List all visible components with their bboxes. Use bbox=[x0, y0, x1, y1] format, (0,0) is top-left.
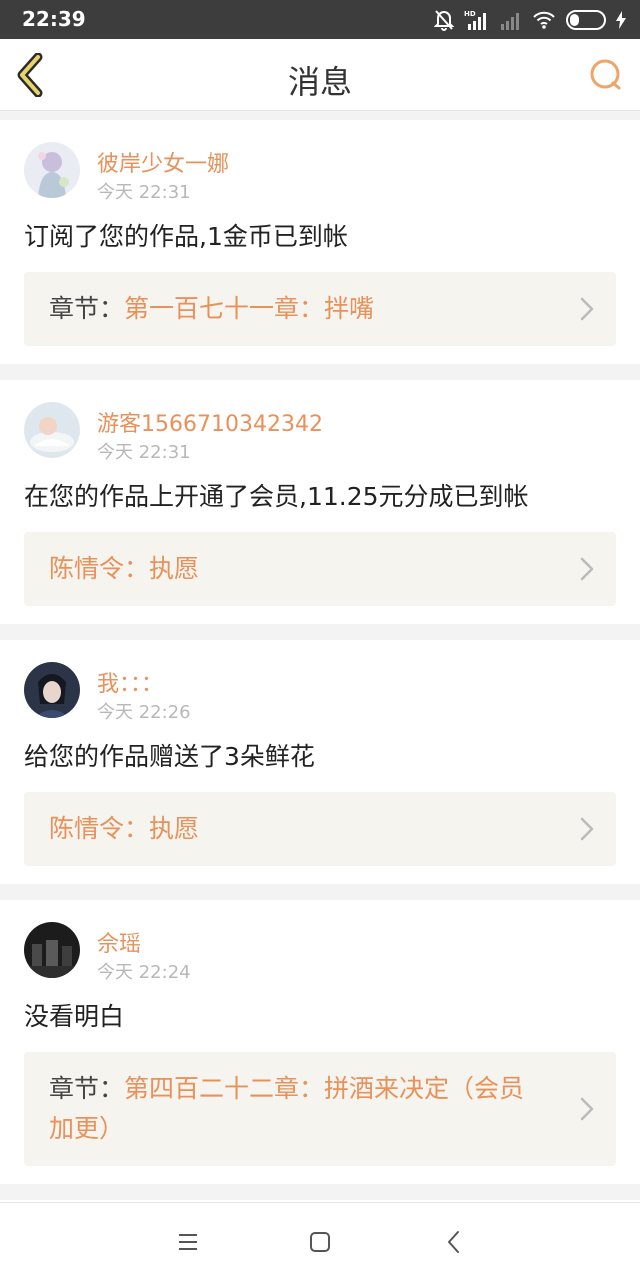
header-bar: 消息 bbox=[0, 39, 640, 111]
message-card: 彼岸少女一娜 今天 22:31 订阅了您的作品,1金币已到帐 章节：第一百七十一… bbox=[0, 120, 640, 364]
message-card: 我：：： 今天 22:26 给您的作品赠送了3朵鲜花 陈情令：执愿 bbox=[0, 640, 640, 884]
avatar[interactable] bbox=[24, 922, 80, 978]
chapter-label: 章节： bbox=[49, 1074, 125, 1103]
back-chevron-icon bbox=[448, 1231, 459, 1253]
status-bar: 22:39 HD 26 bbox=[0, 0, 640, 39]
chapter-link[interactable]: 章节：第四百二十二章：拼酒来决定（会员加更） bbox=[24, 1052, 616, 1166]
work-link[interactable]: 陈情令：执愿 bbox=[24, 532, 616, 606]
menu-icon bbox=[179, 1234, 197, 1250]
home-square-icon bbox=[310, 1232, 330, 1252]
status-icons: HD 26 bbox=[434, 8, 626, 32]
message-time: 今天 22:31 bbox=[97, 182, 191, 203]
sender-name[interactable]: 游客1566710342342 bbox=[97, 406, 323, 438]
chevron-right-icon bbox=[580, 297, 594, 321]
chevron-right-icon bbox=[580, 557, 594, 581]
message-time: 今天 22:24 bbox=[97, 962, 191, 983]
sender-name[interactable]: 我：：： bbox=[97, 666, 163, 698]
message-card: 佘瑶 今天 22:24 没看明白 章节：第四百二十二章：拼酒来决定（会员加更） bbox=[0, 900, 640, 1184]
message-content: 没看明白 bbox=[24, 1002, 125, 1031]
status-time: 22:39 bbox=[22, 7, 86, 31]
chevron-right-icon bbox=[580, 817, 594, 841]
work-link[interactable]: 陈情令：执愿 bbox=[24, 792, 616, 866]
bell-muted-icon bbox=[434, 10, 454, 31]
battery-level: 26 bbox=[577, 13, 595, 27]
page-title: 消息 bbox=[287, 63, 352, 101]
message-time: 今天 22:31 bbox=[97, 442, 191, 463]
home-button[interactable] bbox=[307, 1229, 333, 1255]
chapter-link[interactable]: 章节：第一百七十一章：拌嘴 bbox=[24, 272, 616, 346]
system-nav-bar bbox=[0, 1202, 640, 1280]
message-list[interactable]: 彼岸少女一娜 今天 22:31 订阅了您的作品,1金币已到帐 章节：第一百七十一… bbox=[0, 120, 640, 1202]
message-time: 今天 22:26 bbox=[97, 702, 191, 723]
work-title: 陈情令：执愿 bbox=[49, 814, 200, 843]
search-icon bbox=[590, 59, 621, 90]
avatar[interactable] bbox=[24, 662, 80, 718]
sender-name[interactable]: 佘瑶 bbox=[97, 926, 141, 958]
search-button[interactable] bbox=[586, 55, 626, 95]
message-content: 给您的作品赠送了3朵鲜花 bbox=[24, 742, 315, 771]
system-back-button[interactable] bbox=[441, 1229, 467, 1255]
avatar[interactable] bbox=[24, 142, 80, 198]
menu-button[interactable] bbox=[175, 1229, 201, 1255]
battery-icon: 26 bbox=[566, 10, 606, 30]
work-title: 陈情令：执愿 bbox=[49, 554, 200, 583]
svg-text:HD: HD bbox=[464, 10, 476, 18]
chapter-label: 章节： bbox=[49, 294, 125, 323]
message-content: 在您的作品上开通了会员,11.25元分成已到帐 bbox=[24, 482, 529, 511]
chevron-right-icon bbox=[580, 1097, 594, 1121]
chapter-title: 第一百七十一章：拌嘴 bbox=[124, 294, 375, 323]
signal-hd-icon: HD bbox=[464, 10, 486, 30]
message-card: 游客1566710342342 今天 22:31 在您的作品上开通了会员,11.… bbox=[0, 380, 640, 624]
signal-weak-icon bbox=[501, 13, 519, 30]
charging-icon bbox=[616, 11, 626, 29]
avatar[interactable] bbox=[24, 402, 80, 458]
message-content: 订阅了您的作品,1金币已到帐 bbox=[24, 222, 348, 251]
wifi-icon bbox=[533, 11, 555, 29]
sender-name[interactable]: 彼岸少女一娜 bbox=[97, 146, 229, 178]
